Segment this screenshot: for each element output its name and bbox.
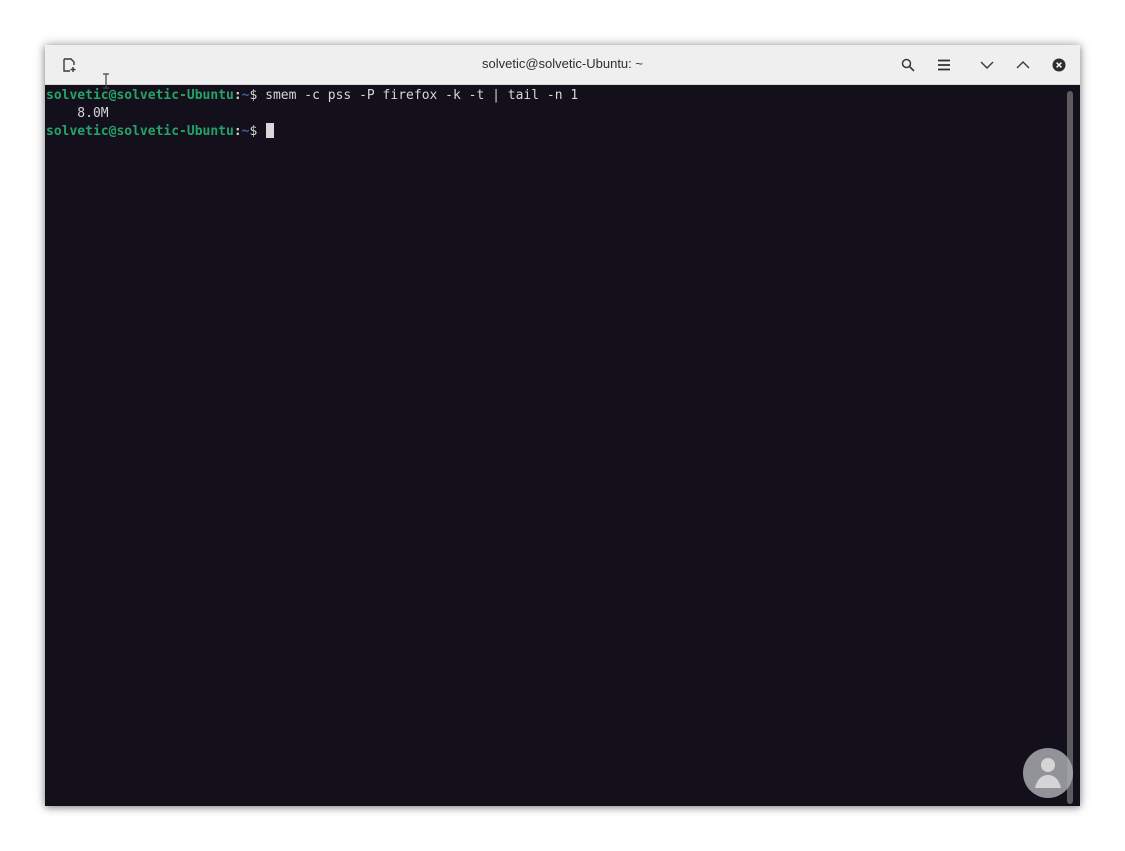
scrollbar[interactable] <box>1067 91 1073 804</box>
terminal-window: solvetic@solvetic-Ubuntu: ~ solvetic@sol… <box>45 45 1080 806</box>
prompt-separator: : <box>233 88 242 103</box>
prompt-user: solvetic@solvetic-Ubuntu <box>46 124 234 139</box>
minimize-button[interactable] <box>975 53 999 77</box>
title-bar[interactable]: solvetic@solvetic-Ubuntu: ~ <box>45 45 1080 85</box>
mouse-ibeam-cursor <box>103 73 109 89</box>
prompt-symbol: $ <box>249 124 266 139</box>
search-button[interactable] <box>896 53 920 77</box>
command-text: smem -c pss -P firefox -k -t | tail -n 1 <box>265 88 579 103</box>
terminal-output[interactable]: solvetic@solvetic-Ubuntu:~$ smem -c pss … <box>45 85 1065 806</box>
output-line: 8.0M <box>46 106 109 121</box>
prompt-user: solvetic@solvetic-Ubuntu <box>46 88 234 103</box>
watermark-logo <box>1023 748 1073 798</box>
hamburger-menu-icon <box>938 59 950 71</box>
minimize-icon <box>980 61 994 69</box>
prompt-path: ~ <box>241 124 250 139</box>
active-prompt-line[interactable]: solvetic@solvetic-Ubuntu:~$ <box>46 123 1065 141</box>
text-cursor <box>266 123 275 138</box>
close-icon <box>1052 58 1066 72</box>
menu-button[interactable] <box>932 53 956 77</box>
close-button[interactable] <box>1047 53 1071 77</box>
watermark-person-icon <box>1035 758 1061 788</box>
maximize-icon <box>1016 61 1030 69</box>
prompt-path: ~ <box>241 88 250 103</box>
search-icon <box>901 58 915 72</box>
window-title: solvetic@solvetic-Ubuntu: ~ <box>482 56 643 71</box>
command-line: solvetic@solvetic-Ubuntu:~$ smem -c pss … <box>46 87 1065 105</box>
prompt-symbol: $ <box>249 88 266 103</box>
prompt-separator: : <box>233 124 242 139</box>
maximize-button[interactable] <box>1011 53 1035 77</box>
